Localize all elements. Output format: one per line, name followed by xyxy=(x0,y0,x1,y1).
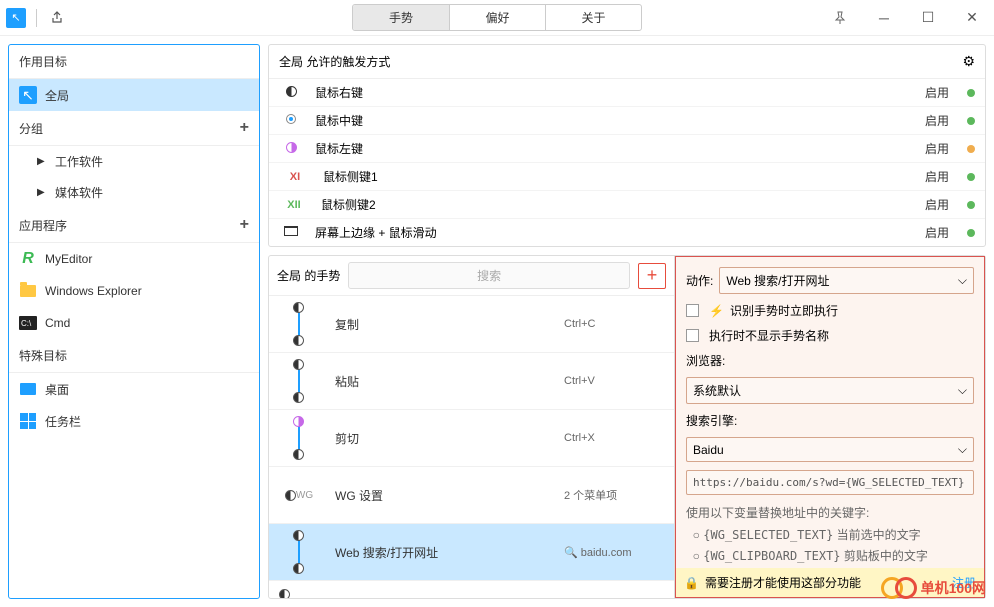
tab-gesture[interactable]: 手势 xyxy=(353,5,449,30)
desktop-icon xyxy=(19,380,37,398)
sidebar-header-group: 分组 + xyxy=(9,111,259,146)
gesture-row[interactable]: 粘贴Ctrl+V xyxy=(269,353,674,410)
sidebar-group-item[interactable]: ▶媒体软件 xyxy=(9,177,259,208)
trigger-panel: 全局 允许的触发方式 ⚙ 鼠标右键启用 鼠标中键启用 鼠标左键启用 XI鼠标侧键… xyxy=(268,44,986,247)
gesture-row[interactable]: 复制Ctrl+C xyxy=(269,296,674,353)
minimize-button[interactable]: ─ xyxy=(862,0,906,36)
gesture-panel: 全局 的手势 搜索 + 复制Ctrl+C 粘贴Ctrl+V 剪切 xyxy=(268,255,986,599)
trigger-row[interactable]: XII鼠标侧键2启用 xyxy=(269,191,985,219)
action-label: 动作: xyxy=(686,272,713,289)
action-select[interactable]: Web 搜索/打开网址⌵ xyxy=(719,267,974,294)
trigger-row[interactable]: 屏幕上边缘 + 鼠标滑动启用 xyxy=(269,219,985,246)
close-button[interactable]: ✕ xyxy=(950,0,994,36)
sidebar-group-item[interactable]: ▶工作软件 xyxy=(9,146,259,177)
sidebar-header-target: 作用目标 xyxy=(9,45,259,79)
gear-icon[interactable]: ⚙ xyxy=(962,53,975,70)
register-bar: 🔒 需要注册才能使用这部分功能 注册 xyxy=(676,568,984,597)
chevron-down-icon: ⌵ xyxy=(958,442,967,457)
arrow-icon: ▶ xyxy=(37,187,47,198)
trigger-row[interactable]: XI鼠标侧键1启用 xyxy=(269,163,985,191)
add-gesture-button[interactable]: + xyxy=(638,263,666,289)
checkbox-instant[interactable]: ⚡识别手势时立即执行 xyxy=(686,302,974,319)
maximize-button[interactable]: ☐ xyxy=(906,0,950,36)
browser-select[interactable]: 系统默认⌵ xyxy=(686,377,974,404)
sidebar-special-item[interactable]: 任务栏 xyxy=(9,405,259,437)
trigger-row[interactable]: 鼠标左键启用 xyxy=(269,135,985,163)
gesture-row[interactable]: WG WG 设置2 个菜单项 xyxy=(269,467,674,524)
arrow-icon: ▶ xyxy=(37,156,47,167)
chevron-down-icon: ⌵ xyxy=(958,273,967,288)
trigger-row[interactable]: 鼠标右键启用 xyxy=(269,79,985,107)
folder-icon xyxy=(19,282,37,300)
gesture-row[interactable]: Web 搜索/打开网址🔍 baidu.com xyxy=(269,524,674,581)
engine-select[interactable]: Baidu⌵ xyxy=(686,437,974,462)
lightning-icon: ⚡ xyxy=(709,304,724,318)
trigger-row[interactable]: 鼠标中键启用 xyxy=(269,107,985,135)
share-icon[interactable] xyxy=(47,8,67,28)
add-app-button[interactable]: + xyxy=(240,216,249,234)
taskbar-icon xyxy=(19,412,37,430)
detail-panel: 动作: Web 搜索/打开网址⌵ ⚡识别手势时立即执行 执行时不显示手势名称 浏… xyxy=(675,256,985,598)
pin-icon[interactable] xyxy=(818,0,862,36)
sidebar-app-item[interactable]: RMyEditor xyxy=(9,243,259,275)
main-tabs: 手势 偏好 关于 xyxy=(352,4,642,31)
sidebar-global-label: 全局 xyxy=(45,87,69,104)
register-link[interactable]: 注册 xyxy=(952,574,976,591)
cmd-icon: C:\ xyxy=(19,314,37,332)
gesture-row[interactable]: 剪切Ctrl+X xyxy=(269,410,674,467)
sidebar-special-item[interactable]: 桌面 xyxy=(9,373,259,405)
checkbox-hidename[interactable]: 执行时不显示手势名称 xyxy=(686,327,974,344)
trigger-title: 全局 允许的触发方式 xyxy=(279,53,390,70)
sidebar-header-apps: 应用程序 + xyxy=(9,208,259,243)
sidebar-global[interactable]: ↖ 全局 xyxy=(9,79,259,111)
sidebar: 作用目标 ↖ 全局 分组 + ▶工作软件 ▶媒体软件 应用程序 + RMyEdi… xyxy=(8,44,260,599)
app-icon: ↖ xyxy=(6,8,26,28)
chevron-down-icon: ⌵ xyxy=(958,383,967,398)
add-group-button[interactable]: + xyxy=(240,119,249,137)
sidebar-app-item[interactable]: Windows Explorer xyxy=(9,275,259,307)
browser-label: 浏览器: xyxy=(686,354,725,368)
gesture-row[interactable]: Enter↵ xyxy=(269,581,674,598)
lock-icon: 🔒 xyxy=(684,576,699,590)
gesture-list-title: 全局 的手势 xyxy=(277,267,340,284)
tab-pref[interactable]: 偏好 xyxy=(449,5,545,30)
url-input[interactable]: https://baidu.com/s?wd={WG_SELECTED_TEXT… xyxy=(686,470,974,495)
sidebar-app-item[interactable]: C:\Cmd xyxy=(9,307,259,339)
cursor-icon: ↖ xyxy=(19,86,37,104)
tab-about[interactable]: 关于 xyxy=(545,5,641,30)
app-icon-myeditor: R xyxy=(19,250,37,268)
engine-label: 搜索引擎: xyxy=(686,414,737,428)
title-bar: ↖ 手势 偏好 关于 ─ ☐ ✕ xyxy=(0,0,994,36)
sidebar-header-special: 特殊目标 xyxy=(9,339,259,373)
search-input[interactable]: 搜索 xyxy=(348,262,630,289)
